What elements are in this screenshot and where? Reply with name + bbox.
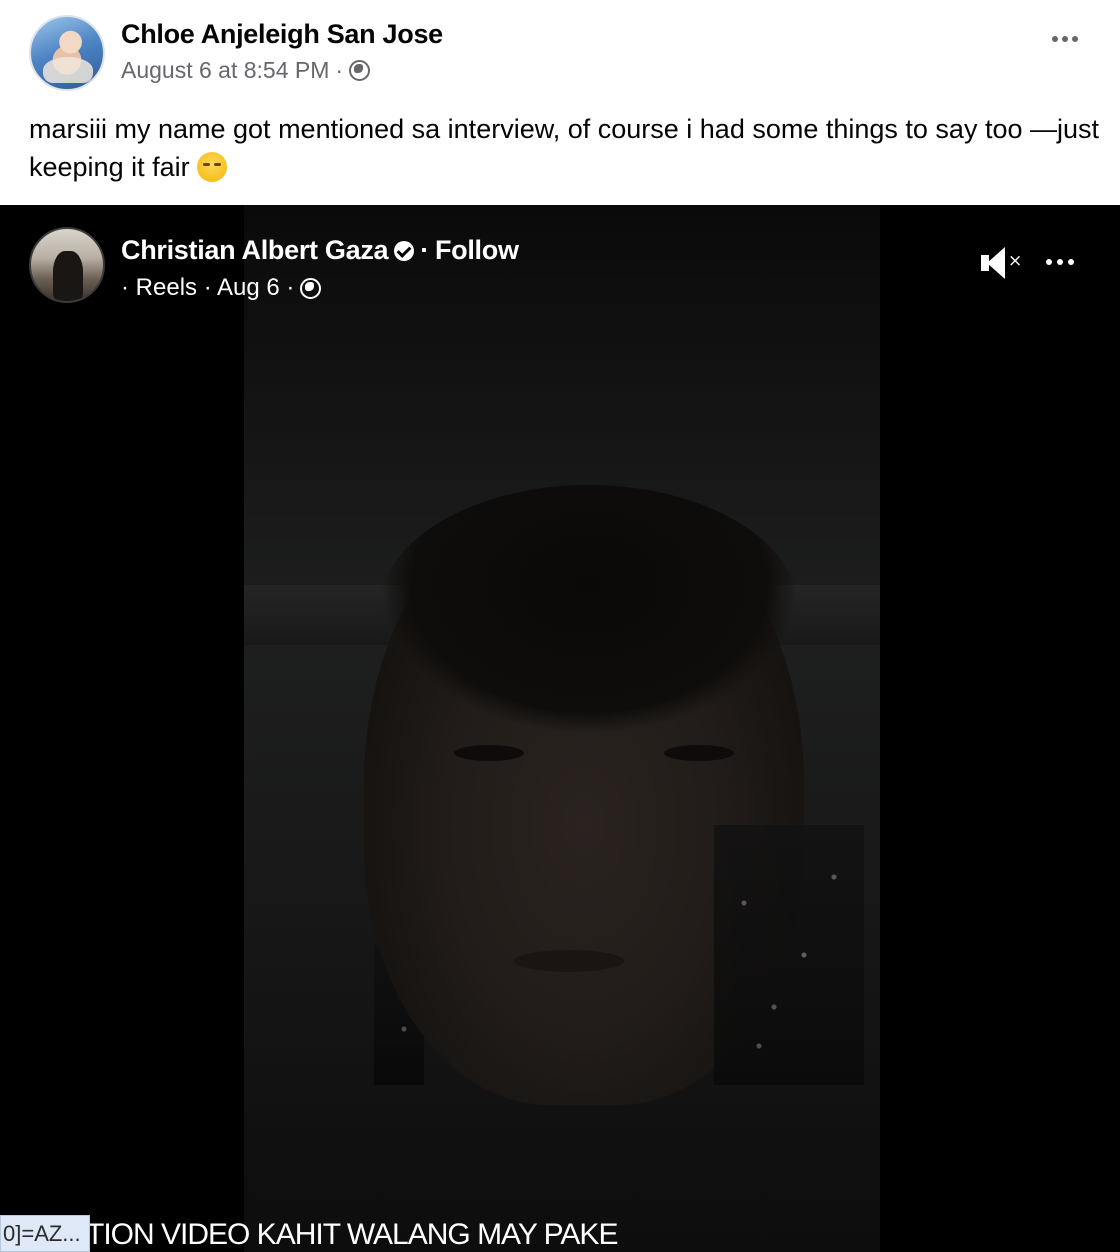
post-timestamp[interactable]: August 6 at 8:54 PM	[121, 57, 329, 84]
reel-author-line: Christian Albert Gaza · Follow	[121, 235, 519, 266]
reel-author-avatar[interactable]	[29, 227, 105, 303]
shared-reel-video[interactable]: Christian Albert Gaza · Follow · Reels ·…	[0, 205, 1120, 1252]
post-header: Chloe Anjeleigh San Jose August 6 at 8:5…	[0, 0, 1120, 100]
video-person-eye-right	[664, 745, 734, 761]
more-dot-icon	[1072, 36, 1078, 42]
follow-button[interactable]: Follow	[435, 235, 519, 266]
reel-header: Christian Albert Gaza · Follow · Reels ·…	[0, 205, 1120, 315]
post-author-name[interactable]: Chloe Anjeleigh San Jose	[121, 19, 443, 50]
reel-meta: · Reels · Aug 6 ·	[121, 274, 322, 302]
video-person-mouth	[514, 950, 624, 972]
more-dot-icon	[1062, 36, 1068, 42]
globe-icon[interactable]	[300, 277, 322, 299]
globe-icon[interactable]	[349, 60, 371, 81]
speaker-cone-shape	[987, 247, 1005, 279]
meta-separator: ·	[335, 57, 344, 83]
mute-x-glyph: ×	[1008, 251, 1023, 271]
more-dot-icon	[1057, 259, 1063, 265]
post-meta: August 6 at 8:54 PM ·	[121, 57, 371, 84]
post-caption-text: marsiii my name got mentioned sa intervi…	[29, 114, 1099, 182]
post-more-options-button[interactable]	[1052, 36, 1078, 42]
follow-separator: ·	[420, 235, 429, 265]
facebook-post: Chloe Anjeleigh San Jose August 6 at 8:5…	[0, 0, 1120, 205]
more-dot-icon	[1046, 259, 1052, 265]
post-caption: marsiii my name got mentioned sa intervi…	[29, 110, 1099, 186]
author-avatar[interactable]	[29, 15, 105, 91]
video-city-lights	[714, 825, 864, 1085]
verified-badge-icon	[394, 240, 415, 261]
more-dot-icon	[1068, 259, 1074, 265]
more-dot-icon	[1052, 36, 1058, 42]
reel-meta-text[interactable]: · Reels · Aug 6 ·	[121, 274, 294, 302]
reel-author-name[interactable]: Christian Albert Gaza	[121, 235, 389, 266]
reel-more-options-button[interactable]	[1046, 259, 1074, 265]
video-frame[interactable]	[244, 205, 880, 1252]
video-person-eye-left	[454, 745, 524, 761]
link-url-tooltip: 0]=AZ...	[0, 1215, 90, 1252]
tired-face-emoji-icon	[197, 152, 228, 182]
video-subtitle: TION VIDEO KAHIT WALANG MAY PAKE	[86, 1218, 618, 1251]
speaker-muted-icon[interactable]: ×	[981, 245, 1023, 281]
video-person-hair	[379, 485, 799, 735]
